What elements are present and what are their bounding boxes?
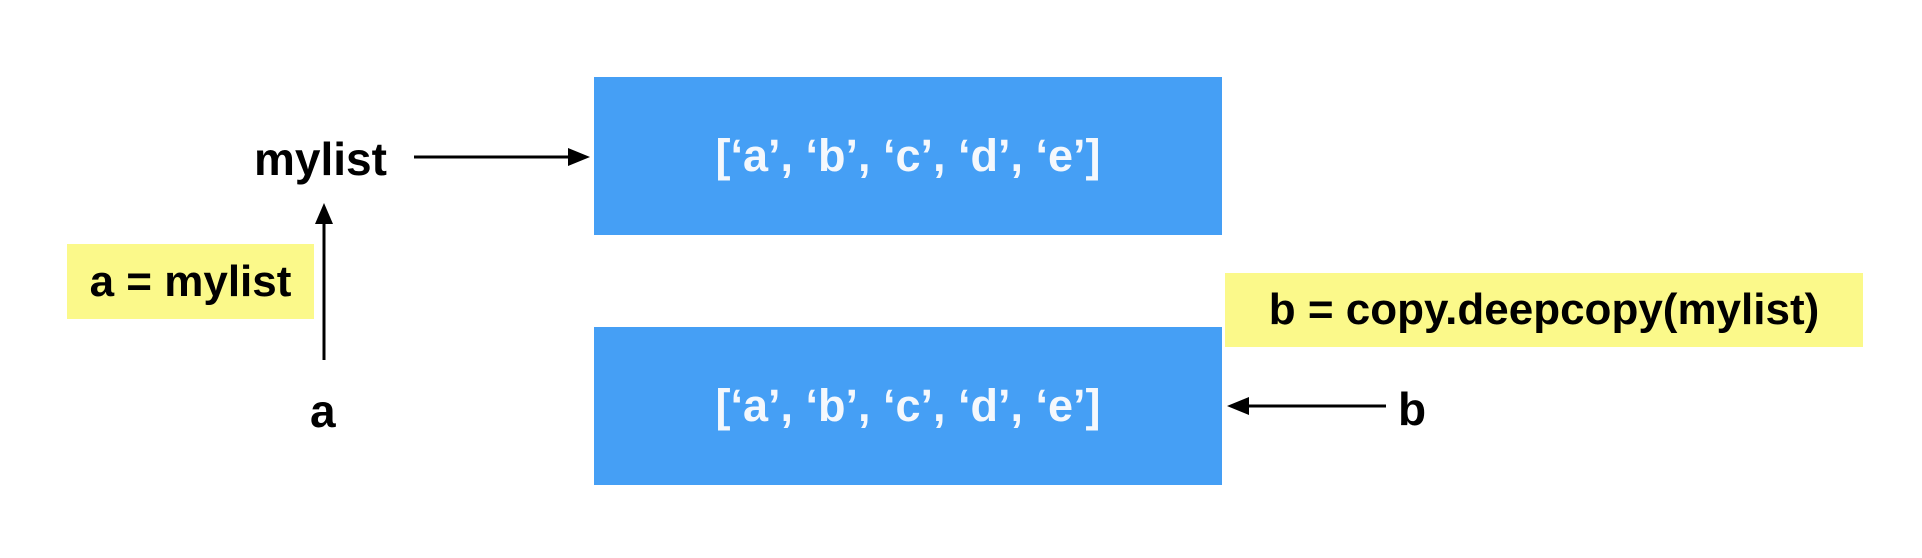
arrows-layer xyxy=(315,148,1386,415)
diagram-canvas: [‘a’, ‘b’, ‘c’, ‘d’, ‘e’] [‘a’, ‘b’, ‘c’… xyxy=(0,0,1922,558)
a-to-mylist-arrow xyxy=(315,203,333,360)
b-to-copy-arrow xyxy=(1227,397,1386,415)
mylist-to-object-arrow xyxy=(414,148,590,166)
